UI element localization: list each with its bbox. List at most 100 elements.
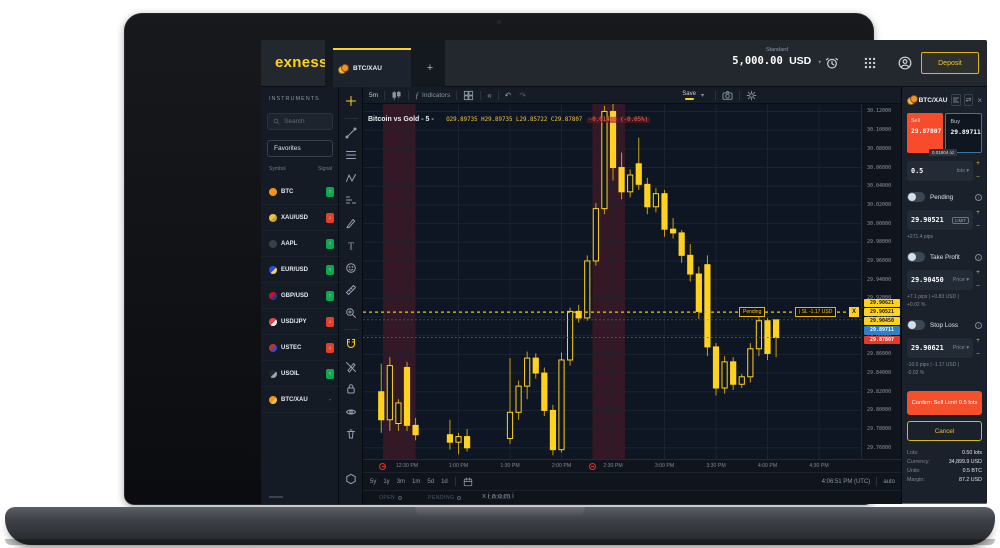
tp-plus-button[interactable]: + — [976, 270, 980, 277]
indicators-button[interactable]: Indicators — [422, 92, 450, 99]
timeframe-button[interactable]: 5m — [369, 92, 378, 99]
forecast-tool-icon[interactable] — [345, 194, 357, 206]
save-caret-icon[interactable]: ▾ — [701, 92, 704, 99]
apps-grid-icon[interactable] — [863, 56, 877, 70]
stop-loss-tag[interactable]: | SL -1.17 USD — [795, 307, 836, 317]
sell-button[interactable]: Sell 29.87807 — [907, 113, 943, 153]
volume-unit[interactable]: lots — [957, 168, 965, 174]
stop-loss-close-icon[interactable]: X — [849, 307, 859, 317]
pending-toggle[interactable] — [907, 192, 925, 202]
save-menu[interactable]: Save — [682, 91, 696, 101]
confirm-order-button[interactable]: Confirm Sell Limit 0.5 lots — [907, 391, 982, 415]
info-icon[interactable]: i — [975, 322, 982, 329]
new-tab-button[interactable]: + — [419, 48, 441, 87]
fibonacci-tool-icon[interactable] — [345, 149, 357, 161]
replay-icon[interactable]: « — [487, 91, 491, 100]
zoom-tool-icon[interactable] — [345, 307, 357, 319]
volume-value: 0.5 — [911, 167, 957, 175]
take-profit-input[interactable]: 29.90450 Price ▾ — [907, 270, 973, 290]
instrument-row[interactable]: GBP/USD↑ — [261, 283, 339, 309]
market-closed-marker-icon[interactable] — [379, 463, 386, 470]
divider — [480, 91, 481, 100]
range-button-1y[interactable]: 1y — [383, 479, 389, 485]
price-axis[interactable]: 29.90621 29.90521 29.90450 29.89711 29.8… — [861, 104, 901, 472]
instrument-row[interactable]: USTEC↓ — [261, 335, 339, 361]
hide-drawings-icon[interactable] — [345, 406, 357, 418]
instrument-row[interactable]: AAPL↑ — [261, 231, 339, 257]
magnet-tool-icon[interactable] — [345, 338, 357, 350]
close-icon[interactable]: × — [977, 96, 982, 105]
instrument-row[interactable]: EUR/USD↑ — [261, 257, 339, 283]
favorites-dropdown[interactable]: Favorites — [267, 140, 333, 157]
summary-row: Currency:34,899.9 USD — [907, 459, 982, 468]
range-button-5d[interactable]: 5d — [427, 479, 434, 485]
info-icon[interactable]: i — [975, 254, 982, 261]
tab-btcxau[interactable]: BTC/XAU — [333, 48, 411, 87]
buy-button[interactable]: Buy 29.89711 — [945, 113, 982, 153]
stop-loss-input[interactable]: 29.90621 Price ▾ — [907, 338, 973, 358]
cancel-button[interactable]: Cancel — [907, 421, 982, 441]
undo-icon[interactable]: ↶ — [505, 91, 512, 100]
open-price-input[interactable]: 29.90521 LIMIT — [907, 210, 973, 230]
range-button-3m[interactable]: 3m — [397, 479, 405, 485]
sl-plus-button[interactable]: + — [976, 338, 980, 345]
lock-tool-icon[interactable] — [345, 383, 357, 395]
tp-minus-button[interactable]: − — [976, 284, 980, 291]
draw-visibility-icon[interactable] — [345, 361, 357, 373]
screenshot-camera-icon[interactable] — [722, 90, 733, 101]
instrument-row[interactable]: BTC/XAU- — [261, 387, 339, 413]
layout-grid-icon[interactable] — [463, 90, 474, 101]
instrument-row[interactable]: XAU/USD↓ — [261, 205, 339, 231]
emoji-tool-icon[interactable] — [345, 262, 357, 274]
chart-title[interactable]: Bitcoin vs Gold - 5 - — [368, 116, 434, 123]
balance-value: 5,000.00 — [732, 55, 783, 67]
chart-type-icon[interactable] — [391, 90, 402, 101]
search-input[interactable]: Search — [267, 113, 333, 130]
chart-area[interactable]: Bitcoin vs Gold - 5 - O29.89735 H29.8973… — [363, 104, 861, 459]
stop-loss-price-row: 29.90621 Price ▾ + − — [907, 338, 982, 358]
objects-tree-icon[interactable] — [345, 473, 357, 485]
pattern-tool-icon[interactable] — [345, 172, 357, 184]
price-unit[interactable]: Price — [953, 277, 965, 283]
measure-tool-icon[interactable] — [345, 284, 357, 296]
instrument-row[interactable]: USOIL↑ — [261, 361, 339, 387]
alarm-icon[interactable] — [825, 56, 839, 70]
stop-loss-toggle[interactable] — [907, 320, 925, 330]
info-icon[interactable]: i — [975, 194, 982, 201]
open-price-value: 29.90521 — [911, 216, 952, 224]
open-price-plus-button[interactable]: + — [976, 210, 980, 217]
account-switcher[interactable]: Standard 5,000.00 USD ▾ — [729, 47, 825, 67]
volume-minus-button[interactable]: − — [976, 175, 980, 182]
text-tool-icon[interactable]: T — [345, 239, 357, 251]
redo-icon[interactable]: ↷ — [519, 91, 526, 100]
auto-scale-button[interactable]: auto — [883, 479, 895, 485]
take-profit-toggle[interactable] — [907, 252, 925, 262]
chart-settings-gear-icon[interactable] — [746, 90, 757, 101]
open-price-minus-button[interactable]: − — [976, 224, 980, 231]
market-depth-icon[interactable] — [951, 94, 961, 106]
clock-label[interactable]: 4:06:51 PM (UTC) — [822, 479, 871, 485]
instrument-row[interactable]: BTC↑ — [261, 179, 339, 205]
pending-order-tag[interactable]: Pending — [739, 307, 765, 317]
volume-plus-button[interactable]: + — [976, 161, 980, 168]
summary-row: Units:0.5 BTC — [907, 468, 982, 477]
price-unit[interactable]: Price — [953, 345, 965, 351]
volume-input[interactable]: 0.5 lots ▾ — [907, 161, 973, 181]
profile-icon[interactable] — [898, 56, 912, 70]
price-tick: 30.04000 — [867, 183, 891, 189]
volume-row: 0.5 lots ▾ + − — [907, 161, 982, 181]
range-button-5y[interactable]: 5y — [370, 479, 376, 485]
deposit-button[interactable]: Deposit — [921, 52, 979, 74]
sl-minus-button[interactable]: − — [976, 352, 980, 359]
delete-drawings-icon[interactable] — [345, 428, 357, 440]
instrument-row[interactable]: USD/JPY↓ — [261, 309, 339, 335]
crosshair-tool-icon[interactable] — [345, 95, 357, 107]
range-button-1m[interactable]: 1m — [412, 479, 420, 485]
market-closed-marker-icon[interactable] — [589, 463, 596, 470]
swap-view-icon[interactable]: ⇄ — [964, 94, 974, 106]
brush-tool-icon[interactable] — [345, 217, 357, 229]
time-axis[interactable]: 12:30 PM1:00 PM1:30 PM2:00 PM2:30 PM3:00… — [363, 459, 901, 472]
calendar-icon[interactable] — [463, 477, 473, 487]
trend-line-tool-icon[interactable] — [345, 127, 357, 139]
range-button-1d[interactable]: 1d — [441, 479, 448, 485]
